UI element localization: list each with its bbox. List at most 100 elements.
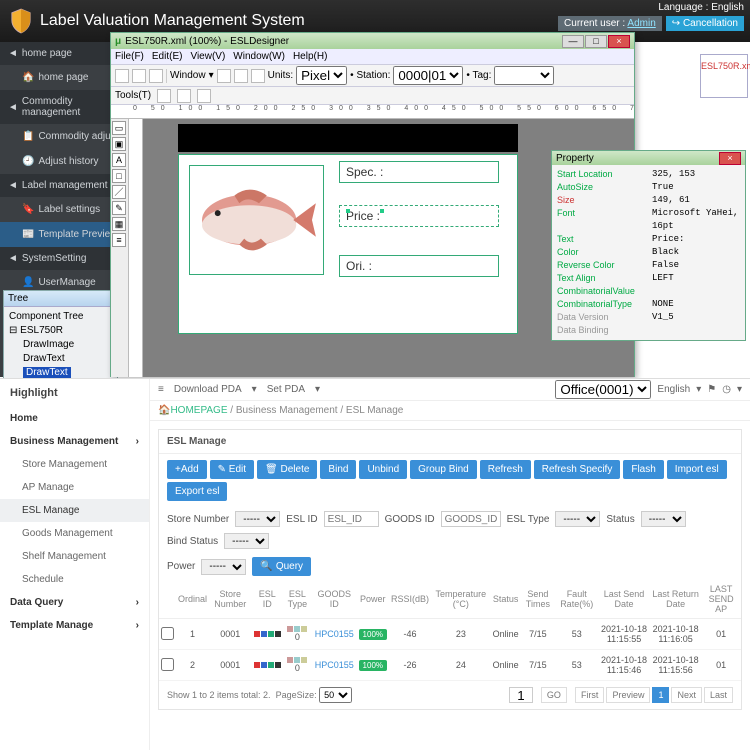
action-button[interactable]: Bind	[320, 460, 356, 479]
action-button[interactable]: Import esl	[667, 460, 727, 479]
table-row[interactable]: 20001 0HPC0155100%-2624Online7/15532021-…	[159, 650, 741, 681]
power-select[interactable]: -----	[201, 559, 246, 575]
office-select[interactable]: Office(0001)	[555, 380, 651, 399]
go-button[interactable]: GO	[541, 687, 567, 703]
tb-new-icon[interactable]	[115, 69, 129, 83]
lower-nav-item[interactable]: Data Query›	[0, 591, 149, 614]
prop-row[interactable]: FontMicrosoft YaHei, 16pt	[557, 207, 740, 233]
pal-pointer-icon[interactable]: ▭	[112, 121, 126, 135]
prop-row[interactable]: Text AlignLEFT	[557, 272, 740, 285]
crumb-a[interactable]: Business Management	[236, 405, 338, 416]
table-row[interactable]: 10001 0HPC0155100%-4623Online7/15532021-…	[159, 619, 741, 650]
row-checkbox[interactable]	[161, 627, 174, 640]
next-button[interactable]: Next	[671, 687, 702, 703]
field-spec[interactable]: Spec. :	[339, 161, 499, 183]
type-select[interactable]: -----	[555, 511, 600, 527]
action-button[interactable]: +Add	[167, 460, 207, 479]
prop-row[interactable]: TextPrice:	[557, 233, 740, 246]
action-button[interactable]: Export esl	[167, 482, 227, 501]
property-close-button[interactable]: ×	[719, 152, 741, 165]
menu-view[interactable]: View(V)	[190, 51, 225, 62]
store-select[interactable]: -----	[235, 511, 280, 527]
menu-help[interactable]: Help(H)	[293, 51, 327, 62]
pal-pen-icon[interactable]: ✎	[112, 201, 126, 215]
prop-row[interactable]: AutoSizeTrue	[557, 181, 740, 194]
prev-button[interactable]: Preview	[606, 687, 650, 703]
lower-nav-item[interactable]: Store Management	[0, 453, 149, 476]
flag-icon[interactable]: ⚑	[707, 384, 716, 395]
pagesize-select[interactable]: 50	[319, 687, 352, 703]
action-button[interactable]: ✎ Edit	[210, 460, 254, 479]
lower-nav-item[interactable]: Schedule	[0, 568, 149, 591]
pal-line-icon[interactable]: ／	[112, 185, 126, 199]
first-button[interactable]: First	[575, 687, 605, 703]
tb2-c-icon[interactable]	[197, 89, 211, 103]
query-button[interactable]: 🔍Query	[252, 557, 311, 576]
eslid-input[interactable]	[324, 511, 379, 527]
page-1-button[interactable]: 1	[652, 687, 669, 703]
tb-units-select[interactable]: Pixel	[296, 66, 347, 85]
designer-titlebar[interactable]: μ ESL750R.xml (100%) - ESLDesigner — □ ×	[111, 33, 634, 49]
tb-zoomout-icon[interactable]	[217, 69, 231, 83]
cancellation-button[interactable]: ↪ Cancellation	[666, 16, 744, 31]
lower-nav-item[interactable]: Business Management›	[0, 430, 149, 453]
tree-node-drawtext-1[interactable]: DrawText	[23, 352, 112, 366]
field-ori[interactable]: Ori. :	[339, 255, 499, 277]
prop-row[interactable]: ColorBlack	[557, 246, 740, 259]
admin-link[interactable]: Admin	[627, 18, 655, 29]
pal-select-icon[interactable]: ▣	[112, 137, 126, 151]
pal-rect-icon[interactable]: □	[112, 169, 126, 183]
action-button[interactable]: Flash	[623, 460, 663, 479]
action-button[interactable]: Refresh Specify	[534, 460, 621, 479]
bind-select[interactable]: -----	[224, 533, 269, 549]
language-value[interactable]: English	[711, 2, 744, 13]
lower-nav-item[interactable]: Goods Management	[0, 522, 149, 545]
action-button[interactable]: Unbind	[359, 460, 407, 479]
clock-icon[interactable]: ◷	[722, 384, 731, 395]
lower-nav-item[interactable]: ESL Manage	[0, 499, 149, 522]
menu-window[interactable]: Window(W)	[233, 51, 285, 62]
tb-window-label[interactable]: Window	[170, 70, 206, 81]
tb2-a-icon[interactable]	[157, 89, 171, 103]
goods-input[interactable]	[441, 511, 501, 527]
pal-text-icon[interactable]: A	[112, 153, 126, 167]
page-input[interactable]	[509, 687, 533, 703]
property-titlebar[interactable]: Property ×	[552, 151, 745, 165]
prop-row[interactable]: Reverse ColorFalse	[557, 259, 740, 272]
lower-nav-item[interactable]: Shelf Management	[0, 545, 149, 568]
label-canvas[interactable]: Spec. : Price : Ori. :	[178, 154, 518, 334]
action-button[interactable]: Group Bind	[410, 460, 477, 479]
tb-station-select[interactable]: 0000|01	[393, 66, 463, 85]
tb-open-icon[interactable]	[132, 69, 146, 83]
prop-row[interactable]: Data Binding	[557, 324, 740, 337]
pal-image-icon[interactable]: ▦	[112, 217, 126, 231]
action-button[interactable]: 🗑 Delete	[257, 460, 317, 479]
file-thumbnail[interactable]: ESL750R.xml	[700, 54, 748, 98]
tb-zoomin-icon[interactable]	[234, 69, 248, 83]
tree-node-drawimage[interactable]: DrawImage	[23, 338, 112, 352]
prop-row[interactable]: Data VersionV1_5	[557, 311, 740, 324]
row-checkbox[interactable]	[161, 658, 174, 671]
crumb-home[interactable]: HOMEPAGE	[170, 405, 227, 416]
last-button[interactable]: Last	[704, 687, 733, 703]
hamburger-icon[interactable]: ≡	[158, 384, 164, 395]
lower-nav-item[interactable]: Template Manage›	[0, 614, 149, 637]
close-button[interactable]: ×	[608, 35, 630, 48]
menu-file[interactable]: File(F)	[115, 51, 144, 62]
tb-save-icon[interactable]	[149, 69, 163, 83]
prop-row[interactable]: Size149, 61	[557, 194, 740, 207]
menu-edit[interactable]: Edit(E)	[152, 51, 183, 62]
lower-nav-item[interactable]: AP Manage	[0, 476, 149, 499]
minimize-button[interactable]: —	[562, 35, 584, 48]
field-price[interactable]: Price :	[339, 205, 499, 227]
prop-row[interactable]: CombinatorialValue	[557, 285, 740, 298]
tb-grid-icon[interactable]	[251, 69, 265, 83]
lang-select[interactable]: English	[657, 384, 690, 395]
product-image-box[interactable]	[189, 165, 324, 275]
prop-row[interactable]: CombinatorialTypeNONE	[557, 298, 740, 311]
action-button[interactable]: Refresh	[480, 460, 531, 479]
tb-tag-select[interactable]	[494, 66, 554, 85]
prop-row[interactable]: Start Location325, 153	[557, 168, 740, 181]
lower-nav-item[interactable]: Home	[0, 407, 149, 430]
maximize-button[interactable]: □	[585, 35, 607, 48]
